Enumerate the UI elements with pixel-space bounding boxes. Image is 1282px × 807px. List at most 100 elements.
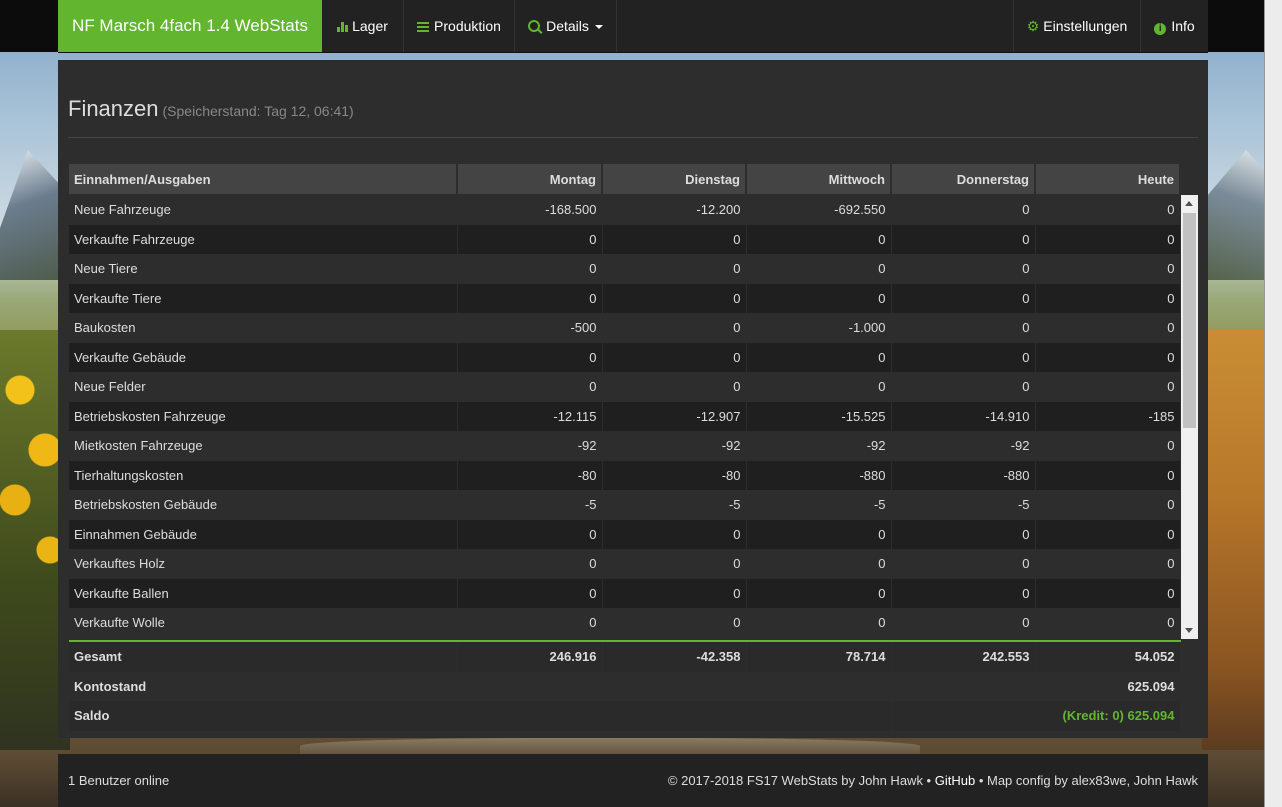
saldo-row: Saldo (Kredit: 0) 625.094 — [69, 701, 1181, 731]
table-row: Verkaufte Wolle 0 0 0 0 0 — [69, 608, 1181, 638]
row-cell: 0 — [457, 578, 603, 608]
nav-details-dropdown[interactable]: Details — [515, 0, 617, 52]
search-icon — [528, 20, 541, 32]
row-cell: -185 — [1035, 401, 1181, 431]
row-cell: 0 — [891, 549, 1036, 579]
nav-einstellungen[interactable]: ⚙ Einstellungen — [1013, 0, 1140, 52]
scroll-down-icon[interactable] — [1185, 628, 1193, 633]
saldo-label: Saldo — [69, 701, 892, 731]
header-dienstag[interactable]: Dienstag — [602, 164, 747, 194]
header-heute[interactable]: Heute — [1035, 164, 1181, 194]
row-cell: -92 — [457, 431, 603, 461]
left-gutter — [0, 0, 58, 52]
table-row: Mietkosten Fahrzeuge -92 -92 -92 -92 0 — [69, 431, 1181, 461]
table-row: Einnahmen Gebäude 0 0 0 0 0 — [69, 519, 1181, 549]
table-row: Neue Felder 0 0 0 0 0 — [69, 372, 1181, 402]
table-row: Verkauftes Holz 0 0 0 0 0 — [69, 549, 1181, 579]
row-cell: 0 — [1035, 283, 1181, 313]
row-label: Baukosten — [69, 313, 458, 343]
row-cell: 0 — [602, 549, 747, 579]
row-cell: 0 — [457, 283, 603, 313]
brand-link[interactable]: NF Marsch 4fach 1.4 WebStats — [58, 0, 322, 52]
table-row: Baukosten -500 0 -1.000 0 0 — [69, 313, 1181, 343]
row-cell: 0 — [457, 342, 603, 372]
row-cell: 0 — [457, 372, 603, 402]
table-scrollbar[interactable] — [1181, 195, 1198, 639]
row-cell: -880 — [891, 460, 1036, 490]
row-cell: 0 — [457, 254, 603, 284]
footer: 1 Benutzer online © 2017-2018 FS17 WebSt… — [58, 754, 1208, 807]
table-row: Verkaufte Gebäude 0 0 0 0 0 — [69, 342, 1181, 372]
scrollbar-thumb[interactable] — [1183, 213, 1196, 428]
row-cell: 0 — [1035, 460, 1181, 490]
row-cell: 0 — [746, 578, 892, 608]
row-cell: 0 — [891, 578, 1036, 608]
row-cell: 0 — [891, 342, 1036, 372]
header-montag[interactable]: Montag — [457, 164, 603, 194]
row-cell: 0 — [1035, 313, 1181, 343]
gesamt-heute: 54.052 — [1035, 641, 1181, 672]
table-row: Tierhaltungskosten -80 -80 -880 -880 0 — [69, 460, 1181, 490]
row-label: Neue Fahrzeuge — [69, 195, 458, 225]
row-cell: -1.000 — [746, 313, 892, 343]
row-label: Tierhaltungskosten — [69, 460, 458, 490]
row-cell: 0 — [1035, 549, 1181, 579]
row-cell: 0 — [746, 224, 892, 254]
divider — [68, 137, 1198, 138]
row-cell: 0 — [891, 372, 1036, 402]
row-cell: 0 — [602, 254, 747, 284]
table-row: Neue Fahrzeuge -168.500 -12.200 -692.550 0 0 — [69, 195, 1181, 225]
info-icon: i — [1154, 23, 1167, 35]
row-cell: 0 — [602, 224, 747, 254]
row-label: Verkaufte Wolle — [69, 608, 458, 638]
row-cell: -12.907 — [602, 401, 747, 431]
header-mittwoch[interactable]: Mittwoch — [746, 164, 892, 194]
row-label: Betriebskosten Gebäude — [69, 490, 458, 520]
nav-info[interactable]: i Info — [1140, 0, 1208, 52]
row-label: Neue Tiere — [69, 254, 458, 284]
row-label: Verkaufte Fahrzeuge — [69, 224, 458, 254]
row-cell: -880 — [746, 460, 892, 490]
nav-details-label: Details — [546, 18, 589, 34]
row-cell: -5 — [457, 490, 603, 520]
header-donnerstag[interactable]: Donnerstag — [891, 164, 1036, 194]
row-cell: 0 — [457, 549, 603, 579]
copyright-text: © 2017-2018 FS17 WebStats by John Hawk • — [667, 773, 932, 788]
kontostand-row: Kontostand 625.094 — [69, 671, 1181, 701]
row-cell: 0 — [746, 342, 892, 372]
row-label: Neue Felder — [69, 372, 458, 402]
row-cell: 0 — [1035, 195, 1181, 225]
row-cell: -92 — [746, 431, 892, 461]
mapconfig-text: • Map config by alex83we, John Hawk — [978, 773, 1198, 788]
row-cell: 0 — [1035, 431, 1181, 461]
row-cell: 0 — [457, 224, 603, 254]
window-frame-edge — [1264, 0, 1282, 807]
row-cell: 0 — [602, 313, 747, 343]
nav-lager[interactable]: Lager — [322, 0, 404, 52]
row-cell: 0 — [1035, 254, 1181, 284]
table-body-scroll[interactable]: Neue Fahrzeuge -168.500 -12.200 -692.550 0 0 V… — [69, 195, 1199, 640]
row-cell: -14.910 — [891, 401, 1036, 431]
right-gutter — [1208, 0, 1264, 52]
row-cell: 0 — [746, 372, 892, 402]
table-row: Betriebskosten Gebäude -5 -5 -5 -5 0 — [69, 490, 1181, 520]
gesamt-montag: 246.916 — [457, 641, 603, 672]
scroll-up-icon[interactable] — [1185, 201, 1193, 206]
table-row: Betriebskosten Fahrzeuge -12.115 -12.907 -1… — [69, 401, 1181, 431]
header-einnahmen[interactable]: Einnahmen/Ausgaben — [69, 164, 458, 194]
gesamt-label: Gesamt — [69, 641, 458, 672]
copyright: © 2017-2018 FS17 WebStats by John Hawk •… — [668, 773, 1198, 788]
page-title-text: Finanzen — [68, 96, 159, 121]
row-cell: 0 — [891, 224, 1036, 254]
row-cell: -80 — [457, 460, 603, 490]
nav-produktion[interactable]: Produktion — [404, 0, 515, 52]
row-cell: 0 — [602, 519, 747, 549]
row-label: Verkaufte Tiere — [69, 283, 458, 313]
table-row: Verkaufte Ballen 0 0 0 0 0 — [69, 578, 1181, 608]
gesamt-donnerstag: 242.553 — [891, 641, 1036, 672]
github-link[interactable]: GitHub — [935, 773, 975, 788]
row-cell: 0 — [602, 608, 747, 638]
nav-einstellungen-label: Einstellungen — [1043, 18, 1128, 34]
row-cell: -5 — [746, 490, 892, 520]
row-label: Verkaufte Gebäude — [69, 342, 458, 372]
